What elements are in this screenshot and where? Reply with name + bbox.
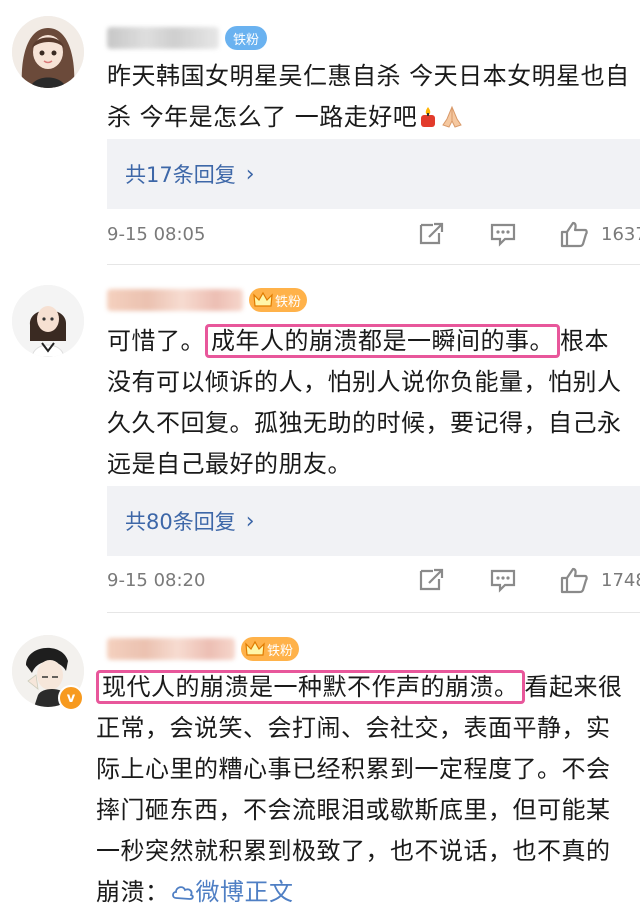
divider [107, 612, 640, 613]
iron-fan-badge: 铁粉 [249, 288, 308, 312]
reply-box: 共80条回复 › [107, 486, 640, 556]
comment-2: 铁粉 可惜了。 成年人的崩溃都是一瞬间的事。 根本没有可以倾诉的人，怕别人说你负能量… [0, 265, 640, 615]
highlighted-text: 现代人的崩溃是一种默不作声的崩溃。 [96, 670, 525, 704]
share-icon[interactable] [417, 221, 445, 247]
avatar[interactable] [12, 16, 84, 88]
view-replies-link[interactable]: 共80条回复 › [125, 506, 255, 536]
like-count: 1637 [601, 223, 640, 245]
timestamp: 9-15 08:05 [107, 223, 206, 245]
verified-badge-icon: v [58, 685, 84, 711]
weibo-link-icon [170, 874, 196, 900]
comment-3: v 铁粉 现代人的崩溃是一种默不作声的崩溃。 看起来很正常，会说笑、会打闹、会社交… [0, 615, 640, 923]
username-blurred[interactable] [107, 289, 243, 311]
avatar[interactable] [12, 285, 84, 357]
comment-text: 可惜了。 成年人的崩溃都是一瞬间的事。 根本没有可以倾诉的人，怕别人说你负能量，怕别… [107, 321, 632, 485]
praying-hands-icon [439, 101, 465, 128]
like-button[interactable]: 1637 [559, 220, 640, 248]
crown-icon [253, 291, 273, 309]
chevron-right-icon: › [245, 161, 255, 187]
thumbs-up-icon [560, 567, 588, 594]
comment-text: 昨天韩国女明星吴仁惠自杀 今天日本女明星也自杀 今年是怎么了 一路走好吧 [107, 62, 630, 131]
like-button[interactable]: 1748 [559, 566, 640, 594]
view-replies-link[interactable]: 共17条回复 › [125, 159, 255, 189]
iron-fan-badge: 铁粉 [225, 26, 268, 50]
comment-meta: 9-15 08:20 1748 [107, 565, 640, 595]
comment-actions: 1637 [417, 219, 640, 249]
comment-icon[interactable] [489, 221, 517, 247]
username-row: 铁粉 [107, 286, 308, 314]
comment-actions: 1748 [417, 565, 640, 595]
thumbs-up-icon [560, 221, 588, 248]
comment-icon[interactable] [489, 567, 517, 593]
weibo-text-link[interactable]: 微博正文 [170, 878, 294, 906]
like-count: 1748 [601, 569, 640, 591]
timestamp: 9-15 08:20 [107, 569, 206, 591]
username-row: 铁粉 [107, 24, 268, 52]
username-blurred[interactable] [107, 638, 235, 660]
iron-fan-badge: 铁粉 [241, 637, 300, 661]
candle-emoji-icon [417, 101, 439, 127]
username-blurred[interactable] [107, 27, 219, 49]
comment-text: 现代人的崩溃是一种默不作声的崩溃。 看起来很正常，会说笑、会打闹、会社交，表面平静… [96, 667, 632, 913]
highlighted-text: 成年人的崩溃都是一瞬间的事。 [205, 324, 560, 358]
comment-meta: 9-15 08:05 1637 [107, 219, 640, 249]
reply-box: 共17条回复 › [107, 139, 640, 209]
username-row: 铁粉 [107, 635, 300, 663]
chevron-right-icon: › [245, 508, 255, 534]
crown-icon [245, 640, 265, 658]
share-icon[interactable] [417, 567, 445, 593]
comment-1: 铁粉 昨天韩国女明星吴仁惠自杀 今天日本女明星也自杀 今年是怎么了 一路走好吧 … [0, 0, 640, 265]
